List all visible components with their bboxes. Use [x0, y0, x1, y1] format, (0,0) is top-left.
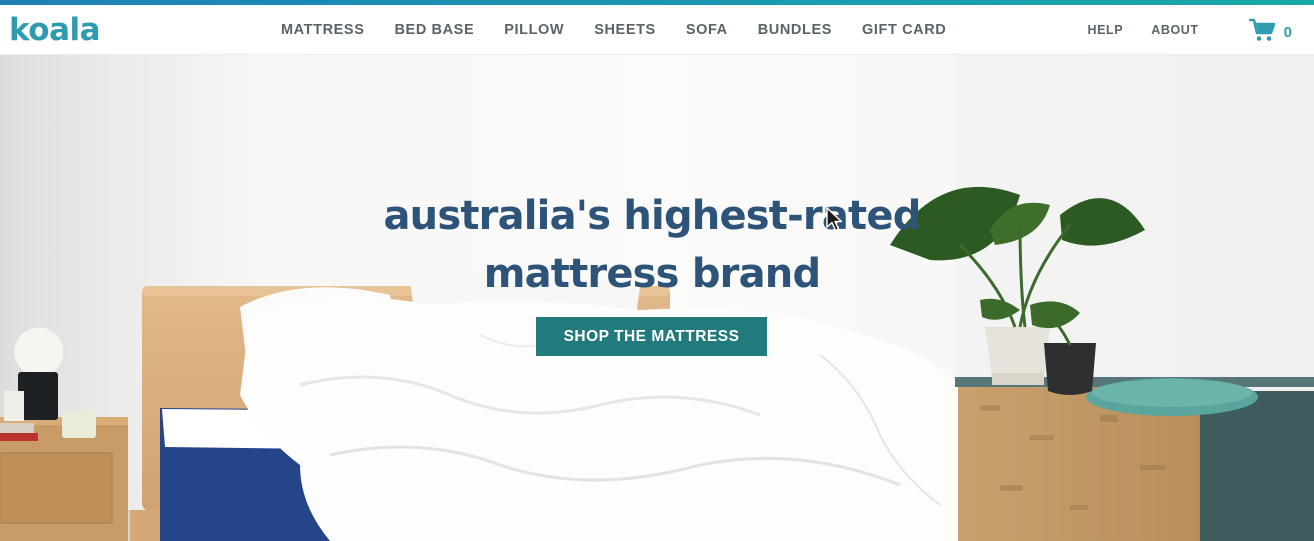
headline-line-2: mattress brand — [483, 251, 821, 297]
cart-count: 0 — [1283, 23, 1292, 41]
nav-item-bundles[interactable]: BUNDLES — [758, 22, 832, 38]
cart-button[interactable]: 0 — [1248, 18, 1292, 42]
about-link[interactable]: ABOUT — [1151, 23, 1198, 37]
mouse-cursor-icon — [826, 207, 843, 232]
main-nav: MATTRESS BED BASE PILLOW SHEETS SOFA BUN… — [281, 5, 976, 55]
nav-item-bed-base[interactable]: BED BASE — [394, 22, 474, 38]
nav-item-gift-card[interactable]: GIFT CARD — [862, 22, 946, 38]
nav-item-pillow[interactable]: PILLOW — [504, 22, 564, 38]
utility-nav: HELP ABOUT 0 — [1087, 5, 1292, 55]
koala-logo[interactable]: koala — [9, 11, 101, 49]
nav-item-sofa[interactable]: SOFA — [686, 22, 728, 38]
site-header: koala MATTRESS BED BASE PILLOW SHEETS SO… — [0, 5, 1314, 55]
shop-the-mattress-button[interactable]: SHOP THE MATTRESS — [536, 317, 767, 356]
hero-banner: australia's highest-rated mattress brand… — [0, 55, 1314, 541]
nav-item-sheets[interactable]: SHEETS — [594, 22, 656, 38]
shopping-cart-icon — [1248, 18, 1275, 41]
hero-headline: australia's highest-rated mattress brand — [357, 187, 947, 303]
nav-item-mattress[interactable]: MATTRESS — [281, 22, 364, 38]
help-link[interactable]: HELP — [1087, 23, 1123, 37]
